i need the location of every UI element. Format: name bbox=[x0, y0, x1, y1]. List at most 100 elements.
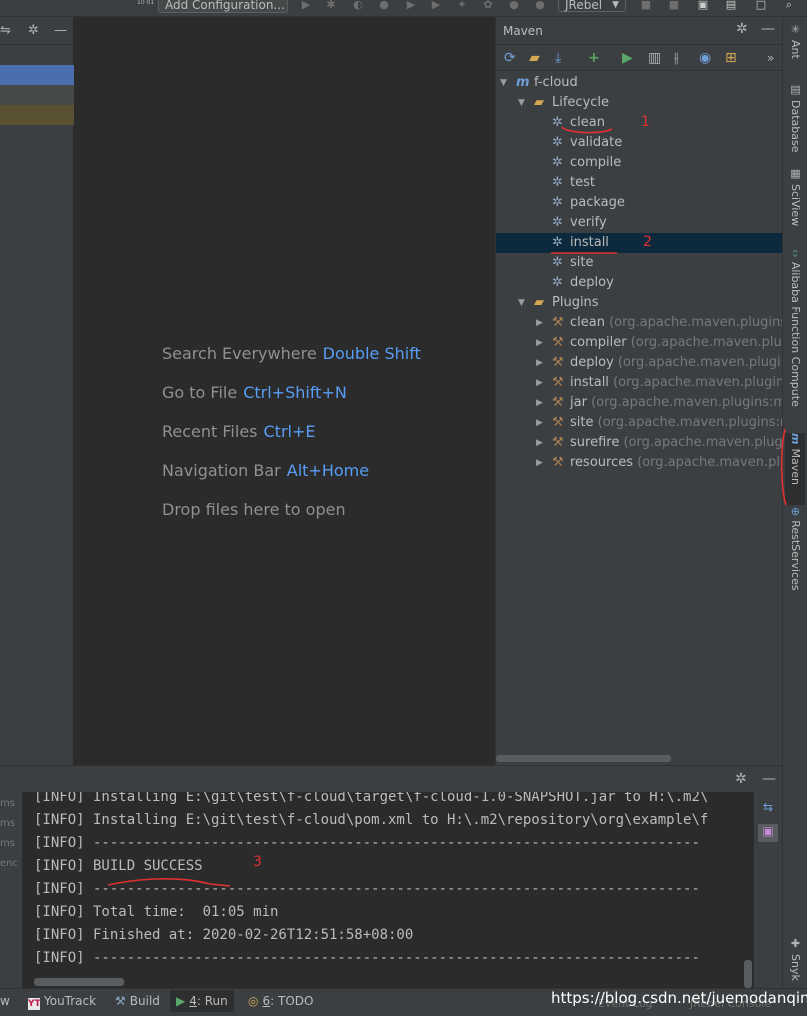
lifecycle-item-clean[interactable]: ✲ clean bbox=[496, 113, 783, 133]
tab-youtrack[interactable]: YT YouTrack bbox=[28, 994, 96, 1010]
collapsed-arrow-icon[interactable]: ▶ bbox=[536, 413, 543, 433]
tab-label: RestServices bbox=[789, 520, 802, 591]
tab-todo[interactable]: ◎ 6: TODO bbox=[248, 994, 313, 1008]
jrebel-select[interactable]: JRebel ▼ bbox=[558, 0, 626, 12]
tab-label: Database bbox=[789, 100, 802, 153]
plugin-item-jar[interactable]: ▶ ⚒ jar (org.apache.maven.plugins:maven bbox=[496, 393, 783, 413]
console-vertical-scrollbar[interactable] bbox=[744, 960, 752, 988]
lifecycle-item-install[interactable]: ✲ install bbox=[496, 233, 783, 253]
bird-icon[interactable]: ✿ bbox=[482, 0, 494, 10]
collapsed-arrow-icon[interactable]: ▶ bbox=[536, 373, 543, 393]
run-icon[interactable]: ▶ bbox=[622, 50, 633, 66]
diagram-icon[interactable]: ⊞ bbox=[725, 50, 737, 66]
lifecycle-item-test[interactable]: ✲ test bbox=[496, 173, 783, 193]
attach-icon[interactable]: ▶ bbox=[405, 0, 417, 10]
tab-fragment[interactable]: w bbox=[0, 994, 10, 1008]
tab-snyk[interactable]: ✚ Snyk bbox=[785, 937, 805, 982]
tab-mnemonic: 4 bbox=[189, 994, 197, 1008]
goal-gear-icon: ✲ bbox=[552, 235, 563, 250]
collapse-icon[interactable]: ⇋ bbox=[0, 23, 11, 38]
layout-icon[interactable]: ▤ bbox=[725, 0, 737, 10]
generate-sources-icon[interactable]: ▰ bbox=[529, 50, 540, 66]
tree-plugins[interactable]: ▼ ▰ Plugins bbox=[496, 293, 783, 313]
stop-icon[interactable]: ■ bbox=[640, 0, 652, 10]
collapsed-arrow-icon[interactable]: ▶ bbox=[536, 313, 543, 333]
tab-alibaba-function-compute[interactable]: ‹› Alibaba Function Compute bbox=[785, 249, 805, 429]
minimize-icon[interactable]: — bbox=[54, 23, 67, 38]
lifecycle-item-compile[interactable]: ✲ compile bbox=[496, 153, 783, 173]
run-icon[interactable]: ▶ bbox=[300, 0, 312, 10]
toggle-mode-icon[interactable]: ▥ bbox=[648, 50, 661, 66]
reload-icon[interactable]: ⟳ bbox=[504, 50, 516, 66]
plugin-item-clean[interactable]: ▶ ⚒ clean (org.apache.maven.plugins:ma bbox=[496, 313, 783, 333]
maven-toolbar: ⟳ ▰ ⤓ + ▶ ▥ ⫲ ◉ ⊞ » bbox=[496, 45, 783, 71]
collapsed-arrow-icon[interactable]: ▶ bbox=[536, 353, 543, 373]
hint-shortcut: Double Shift bbox=[322, 344, 421, 363]
gear-icon[interactable]: ✲ bbox=[736, 21, 748, 37]
tree-lifecycle[interactable]: ▼ ▰ Lifecycle bbox=[496, 93, 783, 113]
project-panel-header: ⇋ ✲ — bbox=[0, 17, 74, 45]
lifecycle-label: install bbox=[570, 235, 609, 250]
collapsed-arrow-icon[interactable]: ▶ bbox=[536, 333, 543, 353]
rebel-icon[interactable]: ● bbox=[508, 0, 520, 10]
plugin-item-resources[interactable]: ▶ ⚒ resources (org.apache.maven.plugin bbox=[496, 453, 783, 473]
skip-tests-icon[interactable]: ⫲ bbox=[674, 50, 679, 66]
offline-icon[interactable]: ◉ bbox=[699, 50, 711, 66]
lifecycle-item-deploy[interactable]: ✲ deploy bbox=[496, 273, 783, 293]
rebel-run-icon[interactable]: ▶ bbox=[430, 0, 442, 10]
coverage-icon[interactable]: ◐ bbox=[352, 0, 364, 10]
maven-icon: m bbox=[789, 433, 802, 445]
tree-project[interactable]: ▼ m f-cloud bbox=[496, 73, 783, 93]
minimize-icon[interactable]: — bbox=[762, 771, 776, 787]
debug-icon[interactable]: ✱ bbox=[325, 0, 337, 10]
plugin-item-site[interactable]: ▶ ⚒ site (org.apache.maven.plugins:mave bbox=[496, 413, 783, 433]
add-configuration-button[interactable]: Add Configuration... bbox=[158, 0, 288, 13]
plugin-item-surefire[interactable]: ▶ ⚒ surefire (org.apache.maven.plugins:m bbox=[496, 433, 783, 453]
console-output[interactable]: [INFO] Installing E:\git\test\f-cloud\ta… bbox=[22, 792, 754, 989]
rebel-debug-icon[interactable]: ✦ bbox=[456, 0, 468, 10]
collapsed-arrow-icon[interactable]: ▶ bbox=[536, 393, 543, 413]
tab-sciview[interactable]: ▦ SciView bbox=[785, 167, 805, 242]
download-icon[interactable]: ⤓ bbox=[555, 50, 561, 66]
more-icon[interactable]: » bbox=[767, 50, 774, 66]
tab-maven[interactable]: m Maven bbox=[785, 433, 805, 505]
tab-build[interactable]: ⚒ Build bbox=[115, 994, 160, 1008]
scroll-to-end-icon[interactable]: ▣ bbox=[758, 824, 778, 842]
lifecycle-item-site[interactable]: ✲ site bbox=[496, 253, 783, 273]
plugin-item-install[interactable]: ▶ ⚒ install (org.apache.maven.plugins:ma bbox=[496, 373, 783, 393]
expanded-arrow-icon[interactable]: ▼ bbox=[518, 93, 525, 113]
plugin-name: surefire bbox=[570, 435, 620, 450]
project-row[interactable] bbox=[0, 105, 74, 125]
plugin-item-deploy[interactable]: ▶ ⚒ deploy (org.apache.maven.plugins:ma bbox=[496, 353, 783, 373]
console-horizontal-scrollbar[interactable] bbox=[34, 978, 124, 986]
gear-icon[interactable]: ✲ bbox=[735, 771, 747, 787]
stop-square-icon[interactable]: ■ bbox=[668, 0, 680, 10]
tab-run[interactable]: ▶ 4: Run bbox=[170, 990, 234, 1012]
hint-search-everywhere: Search Everywhere Double Shift bbox=[162, 344, 421, 363]
soft-wrap-icon[interactable]: ⇆ bbox=[758, 800, 778, 818]
lifecycle-item-package[interactable]: ✲ package bbox=[496, 193, 783, 213]
dependency-text: enc bbox=[0, 858, 18, 869]
expanded-arrow-icon[interactable]: ▼ bbox=[518, 293, 525, 313]
profile-icon[interactable]: ● bbox=[378, 0, 390, 10]
lifecycle-item-verify[interactable]: ✲ verify bbox=[496, 213, 783, 233]
tab-ant[interactable]: ✳ Ant bbox=[785, 23, 805, 73]
tab-restservices[interactable]: ⊕ RestServices bbox=[785, 507, 805, 617]
tab-database[interactable]: ▤ Database bbox=[785, 83, 805, 163]
rebel-attach-icon[interactable]: ● bbox=[534, 0, 546, 10]
expanded-arrow-icon[interactable]: ▼ bbox=[500, 73, 507, 93]
collapsed-arrow-icon[interactable]: ▶ bbox=[536, 453, 543, 473]
collapsed-arrow-icon[interactable]: ▶ bbox=[536, 433, 543, 453]
minimize-icon[interactable]: — bbox=[761, 21, 775, 37]
maven-horizontal-scrollbar[interactable] bbox=[496, 755, 671, 762]
plugin-item-compiler[interactable]: ▶ ⚒ compiler (org.apache.maven.plugins:m bbox=[496, 333, 783, 353]
presentation-icon[interactable]: ▣ bbox=[697, 0, 709, 10]
gear-icon[interactable]: ✲ bbox=[28, 23, 39, 38]
window-icon[interactable]: □ bbox=[755, 0, 767, 10]
add-icon[interactable]: + bbox=[588, 50, 600, 66]
project-row[interactable] bbox=[0, 85, 74, 105]
project-row-selected[interactable] bbox=[0, 65, 74, 85]
lifecycle-item-validate[interactable]: ✲ validate bbox=[496, 133, 783, 153]
search-icon[interactable]: ⌕ bbox=[783, 0, 795, 10]
plugin-icon: ⚒ bbox=[552, 415, 564, 430]
